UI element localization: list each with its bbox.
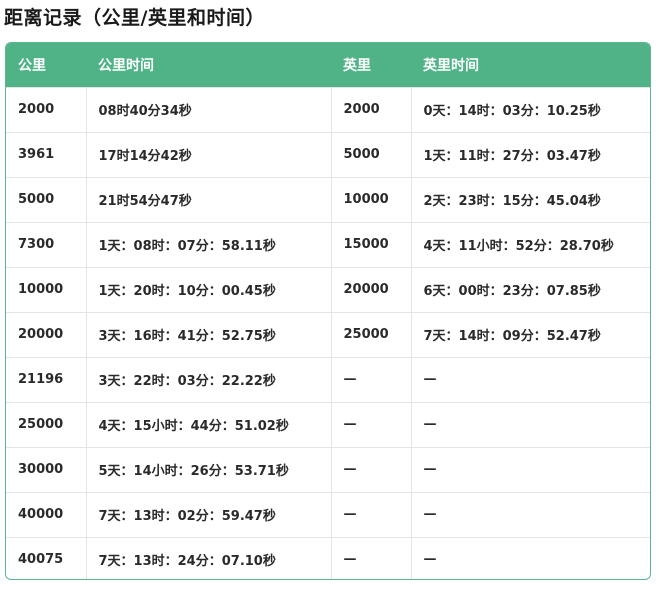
cell-mile-time: 6天：00时：23分：07.85秒 — [411, 266, 650, 312]
cell-mile-time: 0天：14时：03分：10.25秒 — [411, 86, 650, 132]
cell-mile-time: — — [411, 446, 650, 492]
table-row: 3961 17时14分42秒 5000 1天：11时：27分：03.47秒 — [6, 131, 650, 177]
cell-km-time: 3天：16时：41分：52.75秒 — [86, 311, 332, 357]
cell-km: 21196 — [6, 356, 87, 402]
header-km: 公里 — [6, 43, 86, 87]
cell-mile: 25000 — [331, 311, 412, 357]
cell-mile-time: 4天：11小时：52分：28.70秒 — [411, 221, 650, 267]
cell-mile: — — [331, 536, 412, 579]
cell-km: 2000 — [6, 86, 87, 132]
cell-km: 3961 — [6, 131, 87, 177]
table-row: 2000 08时40分34秒 2000 0天：14时：03分：10.25秒 — [6, 86, 650, 132]
cell-mile: — — [331, 491, 412, 537]
table-row: 25000 4天：15小时：44分：51.02秒 — — — [6, 401, 650, 447]
cell-km: 30000 — [6, 446, 87, 492]
cell-km-time: 1天：20时：10分：00.45秒 — [86, 266, 332, 312]
cell-mile: — — [331, 446, 412, 492]
cell-mile: 10000 — [331, 176, 412, 222]
cell-mile-time: — — [411, 536, 650, 579]
header-mile: 英里 — [331, 43, 411, 87]
cell-mile: — — [331, 401, 412, 447]
cell-km: 40075 — [6, 536, 87, 579]
page-title: 距离记录（公里/英里和时间） — [4, 7, 265, 29]
cell-mile-time: 1天：11时：27分：03.47秒 — [411, 131, 650, 177]
cell-mile-time: — — [411, 491, 650, 537]
cell-km-time: 3天：22时：03分：22.22秒 — [86, 356, 332, 402]
cell-km-time: 08时40分34秒 — [86, 86, 332, 132]
cell-km-time: 21时54分47秒 — [86, 176, 332, 222]
header-mile-time: 英里时间 — [411, 43, 650, 87]
table-body: 2000 08时40分34秒 2000 0天：14时：03分：10.25秒 3961 17… — [6, 86, 650, 579]
cell-km: 5000 — [6, 176, 87, 222]
cell-km: 25000 — [6, 401, 87, 447]
cell-km: 20000 — [6, 311, 87, 357]
cell-mile-time: 7天：14时：09分：52.47秒 — [411, 311, 650, 357]
table-row: 21196 3天：22时：03分：22.22秒 — — — [6, 356, 650, 402]
cell-mile-time: — — [411, 401, 650, 447]
table-header-row: 公里 公里时间 英里 英里时间 — [6, 43, 650, 87]
header-km-time: 公里时间 — [86, 43, 331, 87]
cell-km-time: 1天：08时：07分：58.11秒 — [86, 221, 332, 267]
cell-km: 10000 — [6, 266, 87, 312]
table-row: 10000 1天：20时：10分：00.45秒 20000 6天：00时：23分：07… — [6, 266, 650, 312]
cell-mile-time: 2天：23时：15分：45.04秒 — [411, 176, 650, 222]
cell-km-time: 7天：13时：02分：59.47秒 — [86, 491, 332, 537]
cell-km-time: 4天：15小时：44分：51.02秒 — [86, 401, 332, 447]
cell-km-time: 5天：14小时：26分：53.71秒 — [86, 446, 332, 492]
table-row: 40000 7天：13时：02分：59.47秒 — — — [6, 491, 650, 537]
table-row: 20000 3天：16时：41分：52.75秒 25000 7天：14时：09分：52… — [6, 311, 650, 357]
distance-table-container: 公里 公里时间 英里 英里时间 2000 08时40分34秒 2000 0天：14时：… — [5, 42, 651, 580]
cell-km-time: 7天：13时：24分：07.10秒 — [86, 536, 332, 579]
cell-mile: 5000 — [331, 131, 412, 177]
cell-mile: 15000 — [331, 221, 412, 267]
table-row: 40075 7天：13时：24分：07.10秒 — — — [6, 536, 650, 579]
cell-km-time: 17时14分42秒 — [86, 131, 332, 177]
cell-km: 7300 — [6, 221, 87, 267]
table-row: 7300 1天：08时：07分：58.11秒 15000 4天：11小时：52分：28… — [6, 221, 650, 267]
cell-mile-time: — — [411, 356, 650, 402]
cell-mile: 2000 — [331, 86, 412, 132]
distance-table: 公里 公里时间 英里 英里时间 2000 08时40分34秒 2000 0天：14时：… — [6, 43, 650, 579]
table-row: 30000 5天：14小时：26分：53.71秒 — — — [6, 446, 650, 492]
cell-km: 40000 — [6, 491, 87, 537]
cell-mile: — — [331, 356, 412, 402]
cell-mile: 20000 — [331, 266, 412, 312]
table-row: 5000 21时54分47秒 10000 2天：23时：15分：45.04秒 — [6, 176, 650, 222]
